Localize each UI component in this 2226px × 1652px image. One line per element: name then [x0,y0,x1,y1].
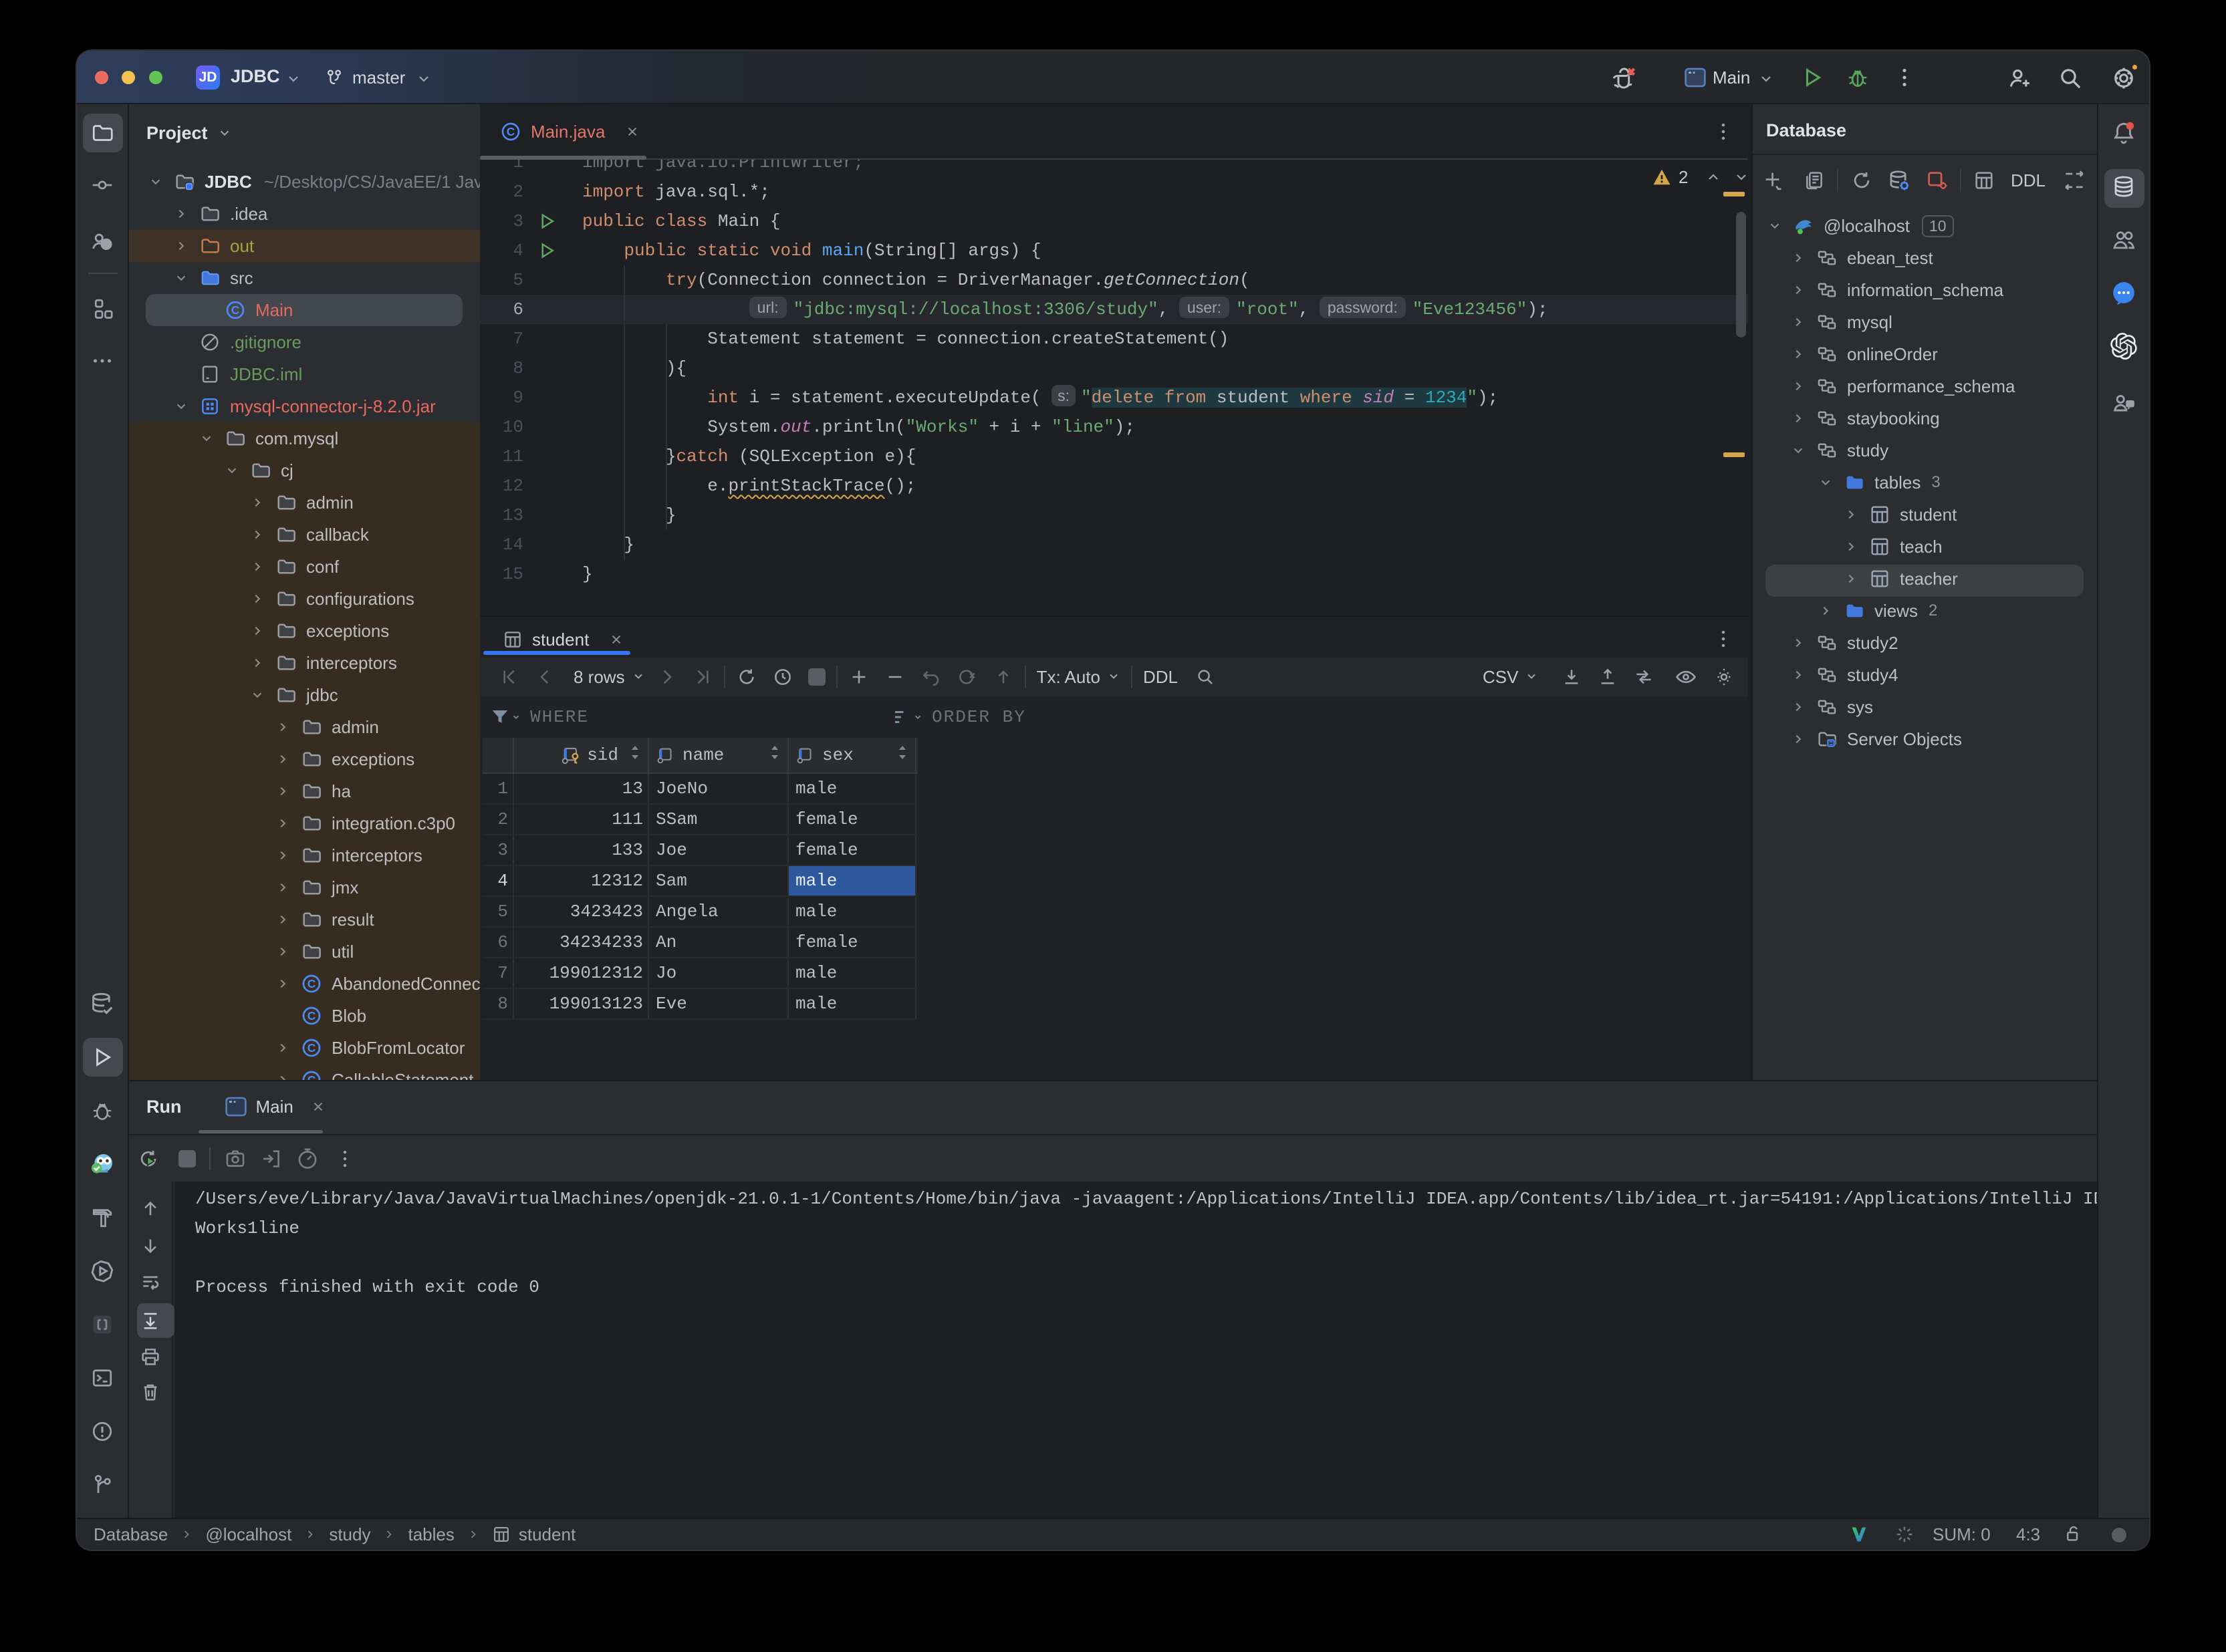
svg-text:C: C [307,1041,316,1055]
svg-text:C: C [507,125,515,138]
svg-text:C: C [307,977,316,990]
svg-text:C: C [307,1009,316,1022]
svg-text:C: C [231,303,240,317]
svg-text:C: C [307,1073,316,1080]
svg-text:?: ? [104,239,109,249]
